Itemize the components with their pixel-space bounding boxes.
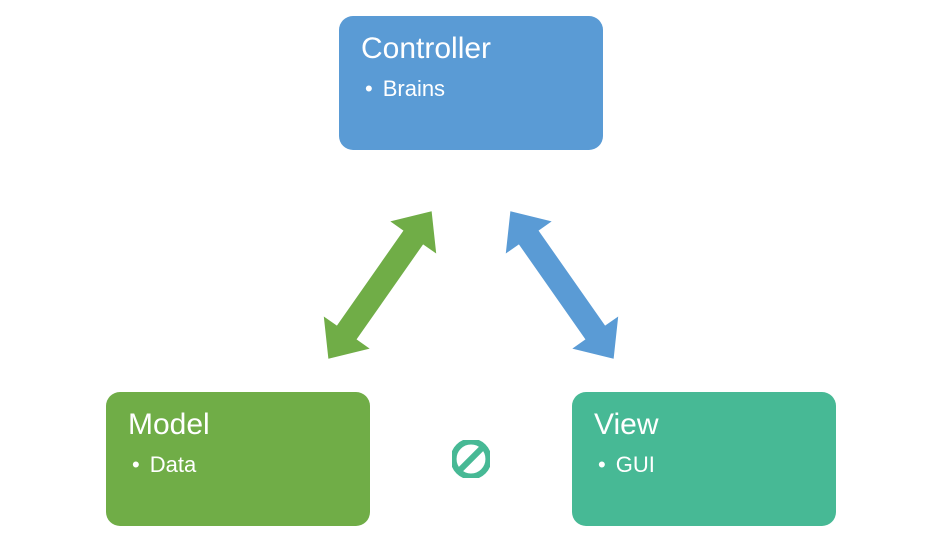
controller-bullet: Brains bbox=[365, 76, 581, 102]
view-bullet: GUI bbox=[598, 452, 814, 478]
arrow-controller-view bbox=[482, 185, 642, 390]
controller-title: Controller bbox=[361, 32, 581, 66]
model-title: Model bbox=[128, 408, 348, 442]
no-direct-link-icon bbox=[452, 440, 490, 478]
model-bullet: Data bbox=[132, 452, 348, 478]
arrow-controller-model bbox=[300, 185, 460, 390]
view-box: View GUI bbox=[572, 392, 836, 526]
controller-box: Controller Brains bbox=[339, 16, 603, 150]
view-title: View bbox=[594, 408, 814, 442]
model-box: Model Data bbox=[106, 392, 370, 526]
